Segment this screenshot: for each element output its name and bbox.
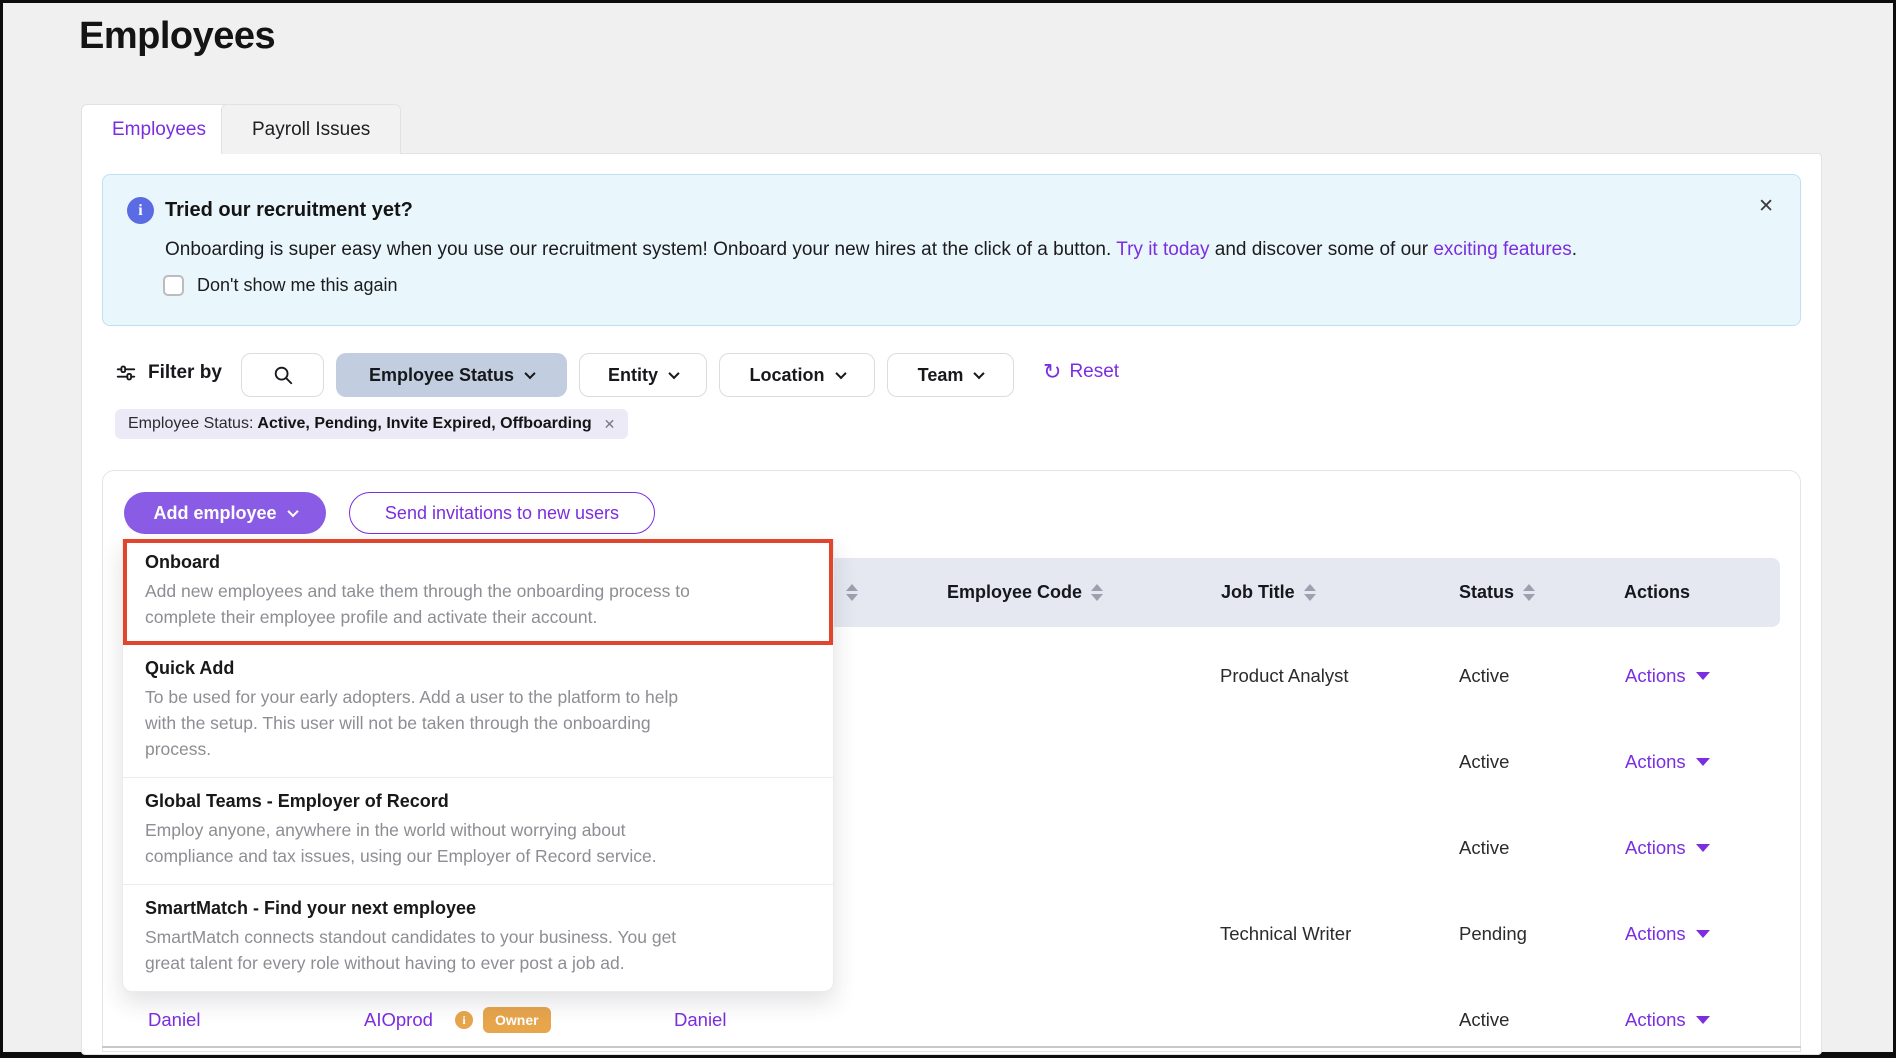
known-as-link[interactable]: Daniel [674,1009,726,1031]
banner-body: Onboarding is super easy when you use ou… [165,239,1645,261]
header-job-title[interactable]: Job Title [1221,558,1316,627]
header-employee-code[interactable]: Employee Code [947,558,1103,627]
banner-title: Tried our recruitment yet? [165,199,413,222]
actions-menu-button[interactable]: Actions [1625,1009,1710,1031]
chevron-down-icon [524,368,535,379]
dropdown-item-global-teams[interactable]: Global Teams - Employer of Record Employ… [123,778,833,885]
owner-info-icon[interactable]: i [455,1011,473,1029]
tab-employees[interactable]: Employees [81,104,237,154]
caret-down-icon [1696,672,1710,680]
status-cell: Active [1459,665,1509,687]
actions-menu-button[interactable]: Actions [1625,837,1710,859]
employee-status-chip: Employee Status: Active, Pending, Invite… [115,409,628,439]
chevron-down-icon [287,506,298,517]
dropdown-item-onboard[interactable]: Onboard Add new employees and take them … [123,539,833,645]
dont-show-again-label: Don't show me this again [197,275,398,296]
dont-show-again-checkbox[interactable] [163,275,184,296]
actions-menu-button[interactable]: Actions [1625,923,1710,945]
filter-bar: Filter by Employee Status Entity Locatio… [102,353,1801,397]
header-status[interactable]: Status [1459,558,1535,627]
exciting-features-link[interactable]: exciting features [1433,239,1571,260]
entity-filter[interactable]: Entity [579,353,707,397]
tab-payroll-issues[interactable]: Payroll Issues [221,104,401,154]
search-icon [272,364,294,386]
banner-text: Onboarding is super easy when you use ou… [165,239,1116,260]
horizontal-scrollbar[interactable] [102,1046,1801,1048]
chevron-down-icon [974,368,985,379]
sort-icon[interactable] [1091,584,1103,601]
job-title-cell: Product Analyst [1220,665,1349,687]
window-frame: Employees Employees Payroll Issues i Tri… [0,0,1896,1058]
try-it-today-link[interactable]: Try it today [1116,239,1209,260]
caret-down-icon [1696,930,1710,938]
filter-by-label: Filter by [115,362,222,384]
add-employee-button[interactable]: Add employee [124,492,326,534]
dropdown-item-quick-add[interactable]: Quick Add To be used for your early adop… [123,645,833,778]
banner-text: . [1572,239,1577,260]
status-cell: Active [1459,1009,1509,1031]
page-title: Employees [79,15,275,58]
actions-menu-button[interactable]: Actions [1625,665,1710,687]
reset-filters-button[interactable]: ↻ Reset [1043,361,1119,383]
employee-name-link[interactable]: Daniel [148,1009,200,1031]
status-cell: Pending [1459,923,1527,945]
sort-icon[interactable] [1304,584,1316,601]
add-employee-dropdown: Onboard Add new employees and take them … [122,539,834,992]
search-button[interactable] [241,353,324,397]
status-cell: Active [1459,837,1509,859]
team-filter[interactable]: Team [887,353,1014,397]
chip-prefix: Employee Status: [128,415,253,433]
header-actions: Actions [1624,558,1690,627]
caret-down-icon [1696,758,1710,766]
location-filter[interactable]: Location [719,353,875,397]
job-title-cell: Technical Writer [1220,923,1351,945]
owner-badge: Owner [483,1007,551,1033]
caret-down-icon [1696,1016,1710,1024]
reset-icon: ↻ [1043,362,1061,382]
chevron-down-icon [668,368,679,379]
employee-status-filter[interactable]: Employee Status [336,353,567,397]
info-icon: i [127,197,154,224]
chevron-down-icon [835,368,846,379]
recruitment-banner: i Tried our recruitment yet? Onboarding … [102,174,1801,326]
status-cell: Active [1459,751,1509,773]
dropdown-item-smartmatch[interactable]: SmartMatch - Find your next employee Sma… [123,885,833,991]
sort-icon[interactable] [1523,584,1535,601]
caret-down-icon [1696,844,1710,852]
send-invitations-button[interactable]: Send invitations to new users [349,492,655,534]
banner-close-icon[interactable]: ✕ [1758,195,1774,218]
chip-remove-icon[interactable]: ✕ [604,416,616,433]
actions-menu-button[interactable]: Actions [1625,751,1710,773]
entity-link[interactable]: AIOprod [364,1009,433,1031]
banner-text: and discover some of our [1209,239,1433,260]
hidden-column-sort-icon[interactable] [837,558,858,627]
sliders-icon [115,362,137,384]
chip-values: Active, Pending, Invite Expired, Offboar… [257,415,591,433]
